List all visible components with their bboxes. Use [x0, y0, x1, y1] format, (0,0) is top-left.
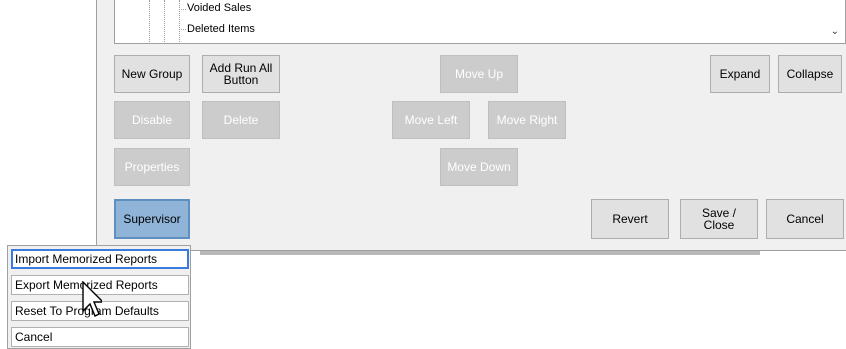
new-group-button[interactable]: New Group — [114, 55, 190, 93]
menu-item-import-memorized-reports[interactable]: Import Memorized Reports — [11, 249, 189, 269]
report-tree[interactable]: Voided Sales Deleted Items ⌄ — [114, 0, 846, 44]
revert-button[interactable]: Revert — [591, 199, 669, 239]
tree-guide-line — [164, 0, 165, 43]
tree-connector — [179, 29, 186, 30]
expand-button[interactable]: Expand — [710, 55, 770, 93]
tree-guide-line — [149, 0, 150, 43]
move-up-button[interactable]: Move Up — [440, 55, 518, 93]
delete-button[interactable]: Delete — [202, 101, 280, 139]
supervisor-button[interactable]: Supervisor — [114, 199, 190, 239]
properties-button[interactable]: Properties — [114, 148, 190, 186]
add-run-all-button[interactable]: Add Run All Button — [202, 55, 280, 93]
scroll-down-icon[interactable]: ⌄ — [831, 26, 839, 37]
save-close-button[interactable]: Save / Close — [680, 199, 758, 239]
cancel-button[interactable]: Cancel — [766, 199, 844, 239]
move-left-button[interactable]: Move Left — [392, 101, 470, 139]
tree-item-deleted-items[interactable]: Deleted Items — [187, 22, 255, 36]
move-down-button[interactable]: Move Down — [440, 148, 518, 186]
tree-item-voided-sales[interactable]: Voided Sales — [187, 1, 251, 15]
tree-guide-line — [179, 0, 180, 43]
disable-button[interactable]: Disable — [114, 101, 190, 139]
mouse-pointer-icon — [82, 281, 102, 317]
collapse-button[interactable]: Collapse — [778, 55, 842, 93]
tree-connector — [179, 9, 186, 10]
move-right-button[interactable]: Move Right — [488, 101, 566, 139]
obscured-background-row — [200, 251, 760, 255]
menu-item-cancel[interactable]: Cancel — [11, 327, 189, 347]
